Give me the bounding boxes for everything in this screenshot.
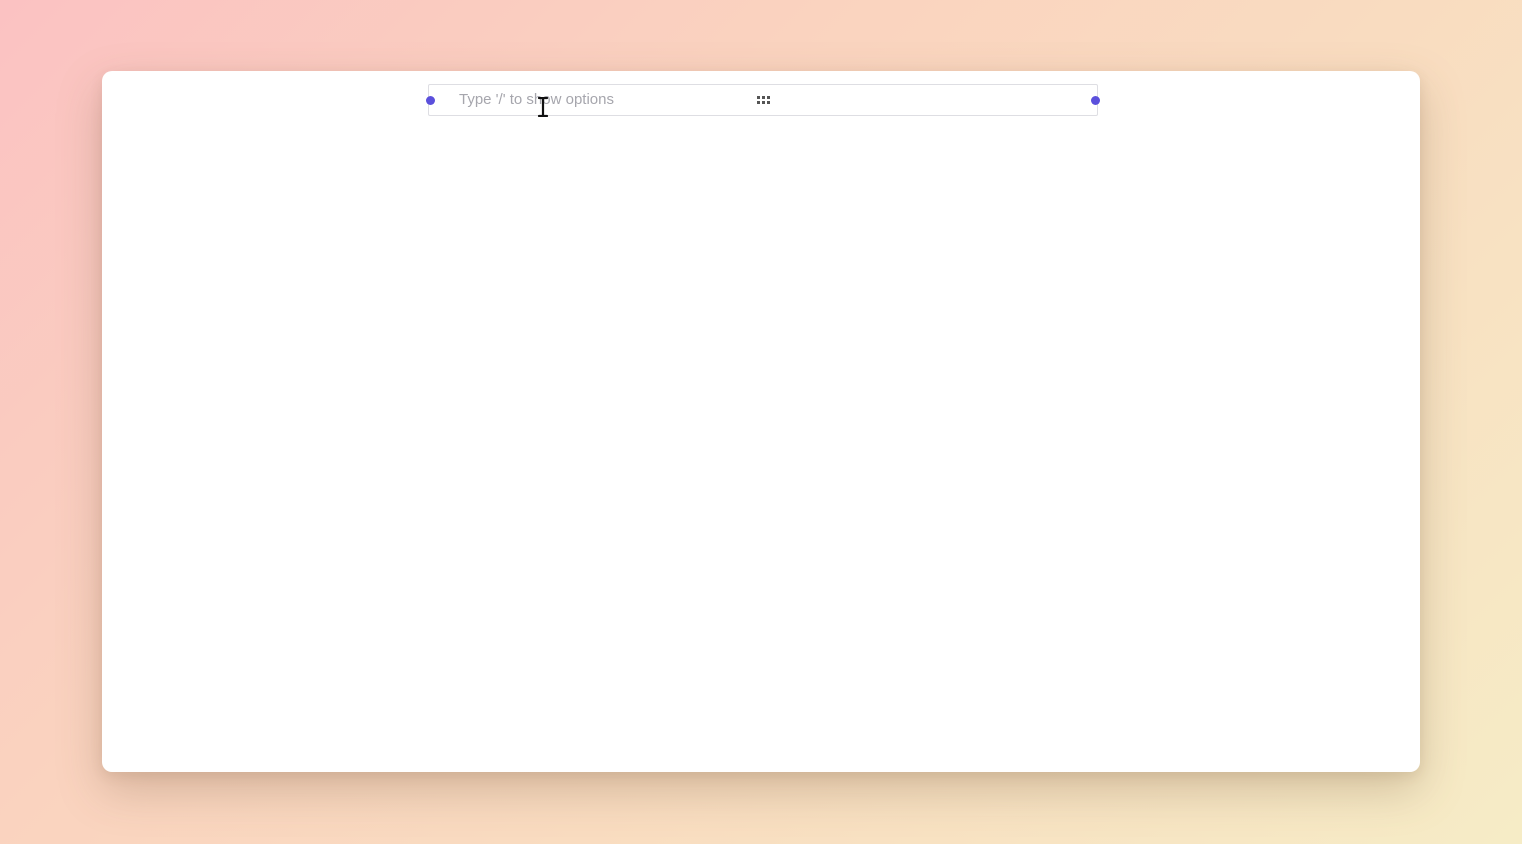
text-cursor-icon [537,96,549,118]
resize-handle-right[interactable] [1091,96,1100,105]
editor-block[interactable]: Type '/' to show options [426,84,1100,116]
resize-handle-left[interactable] [426,96,435,105]
grid-dots-icon[interactable] [757,91,771,104]
editor-window: Type '/' to show options [102,71,1420,772]
